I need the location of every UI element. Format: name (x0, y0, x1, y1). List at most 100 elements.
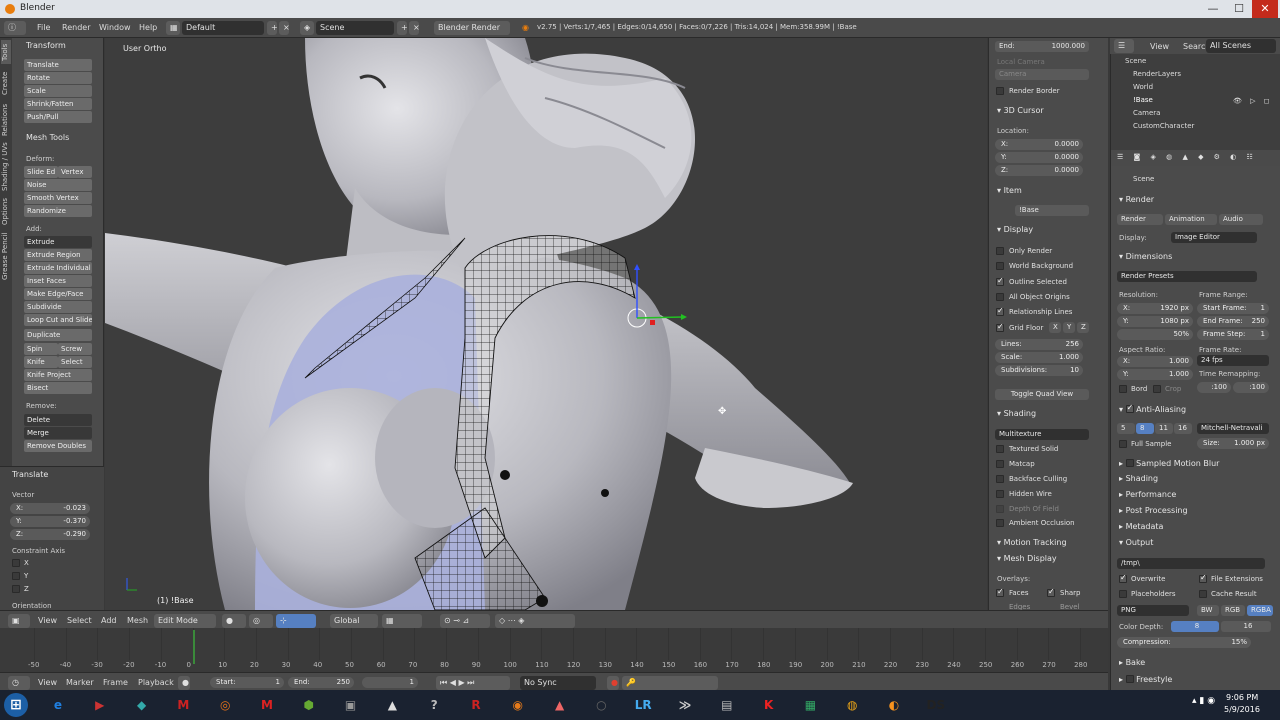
mesh-display-title[interactable]: ▾ Mesh Display (997, 554, 1057, 563)
screen-layout-icon[interactable]: ▦ (166, 21, 180, 35)
resolution-x-field[interactable]: X: 1920 px (1117, 303, 1193, 314)
operator-title[interactable]: Translate (12, 470, 48, 479)
freestyle-panel[interactable]: ▸ Freestyle (1119, 674, 1172, 684)
color-depth-16-button[interactable]: 16 (1221, 621, 1271, 632)
clock-date[interactable]: 5/9/2016 (1224, 705, 1260, 714)
playback-controls[interactable]: ⏮ ◀ ▶ ⏭ (436, 676, 510, 690)
freestyle-checkbox[interactable] (1125, 675, 1134, 683)
taskbar-app-icon[interactable]: M (253, 693, 281, 717)
file-extensions-checkbox[interactable] (1199, 573, 1207, 583)
rotate-button[interactable]: Rotate (24, 72, 92, 84)
push-pull-button[interactable]: Push/Pull (24, 111, 92, 123)
menu-render[interactable]: Render (62, 23, 90, 32)
knife-select-button[interactable]: Select (58, 356, 92, 368)
faces-checkbox[interactable] (996, 587, 1004, 597)
taskbar-app-icon[interactable]: K (755, 693, 783, 717)
grid-subdivisions-field[interactable]: Subdivisions: 10 (995, 365, 1083, 376)
transform-panel-title[interactable]: Transform (26, 41, 66, 50)
view3d-editor-type-icon[interactable]: ▣ (8, 614, 30, 628)
start-frame-field[interactable]: Start: 1 (210, 677, 284, 688)
scene-icon[interactable]: ◈ (300, 21, 314, 35)
outliner-row-world[interactable]: World (1133, 83, 1153, 95)
full-sample-checkbox[interactable] (1119, 440, 1127, 448)
view-menu[interactable]: View (38, 616, 57, 625)
hidden-wire-checkbox[interactable] (996, 490, 1004, 498)
minimize-button[interactable]: — (1200, 0, 1226, 18)
shrink-fatten-button[interactable]: Shrink/Fatten (24, 98, 92, 110)
border-checkbox[interactable] (1119, 385, 1127, 393)
taskbar-app-icon[interactable]: ◍ (838, 693, 866, 717)
timeline-view-menu[interactable]: View (38, 678, 57, 687)
relationship-lines-checkbox[interactable] (996, 306, 1004, 316)
constraint-y-checkbox[interactable] (12, 572, 20, 580)
taskbar-app-icon[interactable]: ⬢ (295, 693, 323, 717)
constraint-x-checkbox[interactable] (12, 559, 20, 567)
taskbar-app-icon[interactable]: ▤ (713, 693, 741, 717)
screw-button[interactable]: Screw (58, 343, 92, 355)
loop-cut-slide-button[interactable]: Loop Cut and Slide (24, 314, 92, 326)
character-model[interactable]: ✥ (105, 38, 987, 610)
add-scene-button[interactable]: + (397, 21, 407, 35)
render-presets-select[interactable]: Render Presets (1117, 271, 1257, 282)
knife-button[interactable]: Knife (24, 356, 58, 368)
current-frame-indicator[interactable] (193, 630, 195, 664)
knife-project-button[interactable]: Knife Project (24, 369, 92, 381)
cache-result-checkbox[interactable] (1199, 590, 1207, 598)
taskbar-app-icon[interactable]: ▲ (378, 693, 406, 717)
grid-lines-field[interactable]: Lines: 256 (995, 339, 1083, 350)
select-menu[interactable]: Select (67, 616, 92, 625)
remap-old-field[interactable]: :100 (1197, 382, 1231, 393)
noise-button[interactable]: Noise (24, 179, 92, 191)
matcap-checkbox[interactable] (996, 460, 1004, 468)
vector-y-field[interactable]: Y: -0.370 (10, 516, 90, 527)
snap-proportional-buttons[interactable]: ◇ ⋯ ◈ (495, 614, 575, 628)
taskbar-app-icon[interactable]: DS (922, 693, 950, 717)
frame-step-field[interactable]: Frame Step: 1 (1197, 329, 1269, 340)
depth-of-field-checkbox[interactable] (996, 505, 1004, 513)
color-depth-8-button[interactable]: 8 (1171, 621, 1219, 632)
timeline-editor-icon[interactable]: ◷ (8, 676, 30, 690)
mesh-menu[interactable]: Mesh (127, 616, 148, 625)
extrude-individual-button[interactable]: Extrude Individual (24, 262, 92, 274)
select-mode-buttons[interactable]: ⊙ ⊸ ⊿ (440, 614, 490, 628)
taskbar-app-icon[interactable]: ? (420, 693, 448, 717)
cursor-x-field[interactable]: X: 0.0000 (995, 139, 1083, 150)
world-background-checkbox[interactable] (996, 262, 1004, 270)
aspect-x-field[interactable]: X: 1.000 (1117, 356, 1193, 367)
file-format-select[interactable]: PNG (1117, 605, 1189, 616)
subdivide-button[interactable]: Subdivide (24, 301, 92, 313)
keying-set-field[interactable]: 🔑 (622, 676, 718, 690)
outline-selected-checkbox[interactable] (996, 276, 1004, 286)
screen-layout-select[interactable]: Default (182, 21, 264, 35)
aa-filter-select[interactable]: Mitchell-Netravali (1197, 423, 1269, 434)
grid-axis-y[interactable]: Y (1063, 322, 1075, 333)
render-border-checkbox[interactable] (996, 87, 1004, 95)
vector-z-field[interactable]: Z: -0.290 (10, 529, 90, 540)
aa-samples-8[interactable]: 8 (1136, 423, 1154, 434)
color-rgb-button[interactable]: RGB (1221, 605, 1245, 616)
taskbar-app-icon[interactable]: R (462, 693, 490, 717)
sync-select[interactable]: No Sync (520, 676, 596, 690)
duplicate-button[interactable]: Duplicate (24, 329, 92, 341)
outliner-row-customcharacter[interactable]: CustomCharacter (1133, 122, 1194, 134)
grid-axis-z[interactable]: Z (1077, 322, 1089, 333)
resolution-y-field[interactable]: Y: 1080 px (1117, 316, 1193, 327)
grid-axis-x[interactable]: X (1049, 322, 1061, 333)
auto-key-icon[interactable]: ● (607, 676, 619, 690)
pivot-select[interactable]: ◎ (249, 614, 273, 628)
motion-tracking-title[interactable]: ▾ Motion Tracking (997, 538, 1067, 547)
vector-x-field[interactable]: X: -0.023 (10, 503, 90, 514)
taskbar-app-icon[interactable]: ▦ (796, 693, 824, 717)
aspect-y-field[interactable]: Y: 1.000 (1117, 369, 1193, 380)
remove-screen-button[interactable]: × (279, 21, 289, 35)
textured-solid-checkbox[interactable] (996, 445, 1004, 453)
add-menu[interactable]: Add (101, 616, 117, 625)
visibility-icons[interactable]: 👁 ▷ ◻ (1233, 97, 1273, 105)
output-panel-title[interactable]: ▾ Output (1119, 538, 1153, 547)
outliner-row-scene[interactable]: Scene (1125, 57, 1146, 69)
outliner-row-renderlayers[interactable]: RenderLayers (1133, 70, 1181, 82)
toggle-quad-view-button[interactable]: Toggle Quad View (995, 389, 1089, 400)
extrude-button[interactable]: Extrude (24, 236, 92, 248)
timeline-marker-menu[interactable]: Marker (66, 678, 94, 687)
constraint-z-checkbox[interactable] (12, 585, 20, 593)
